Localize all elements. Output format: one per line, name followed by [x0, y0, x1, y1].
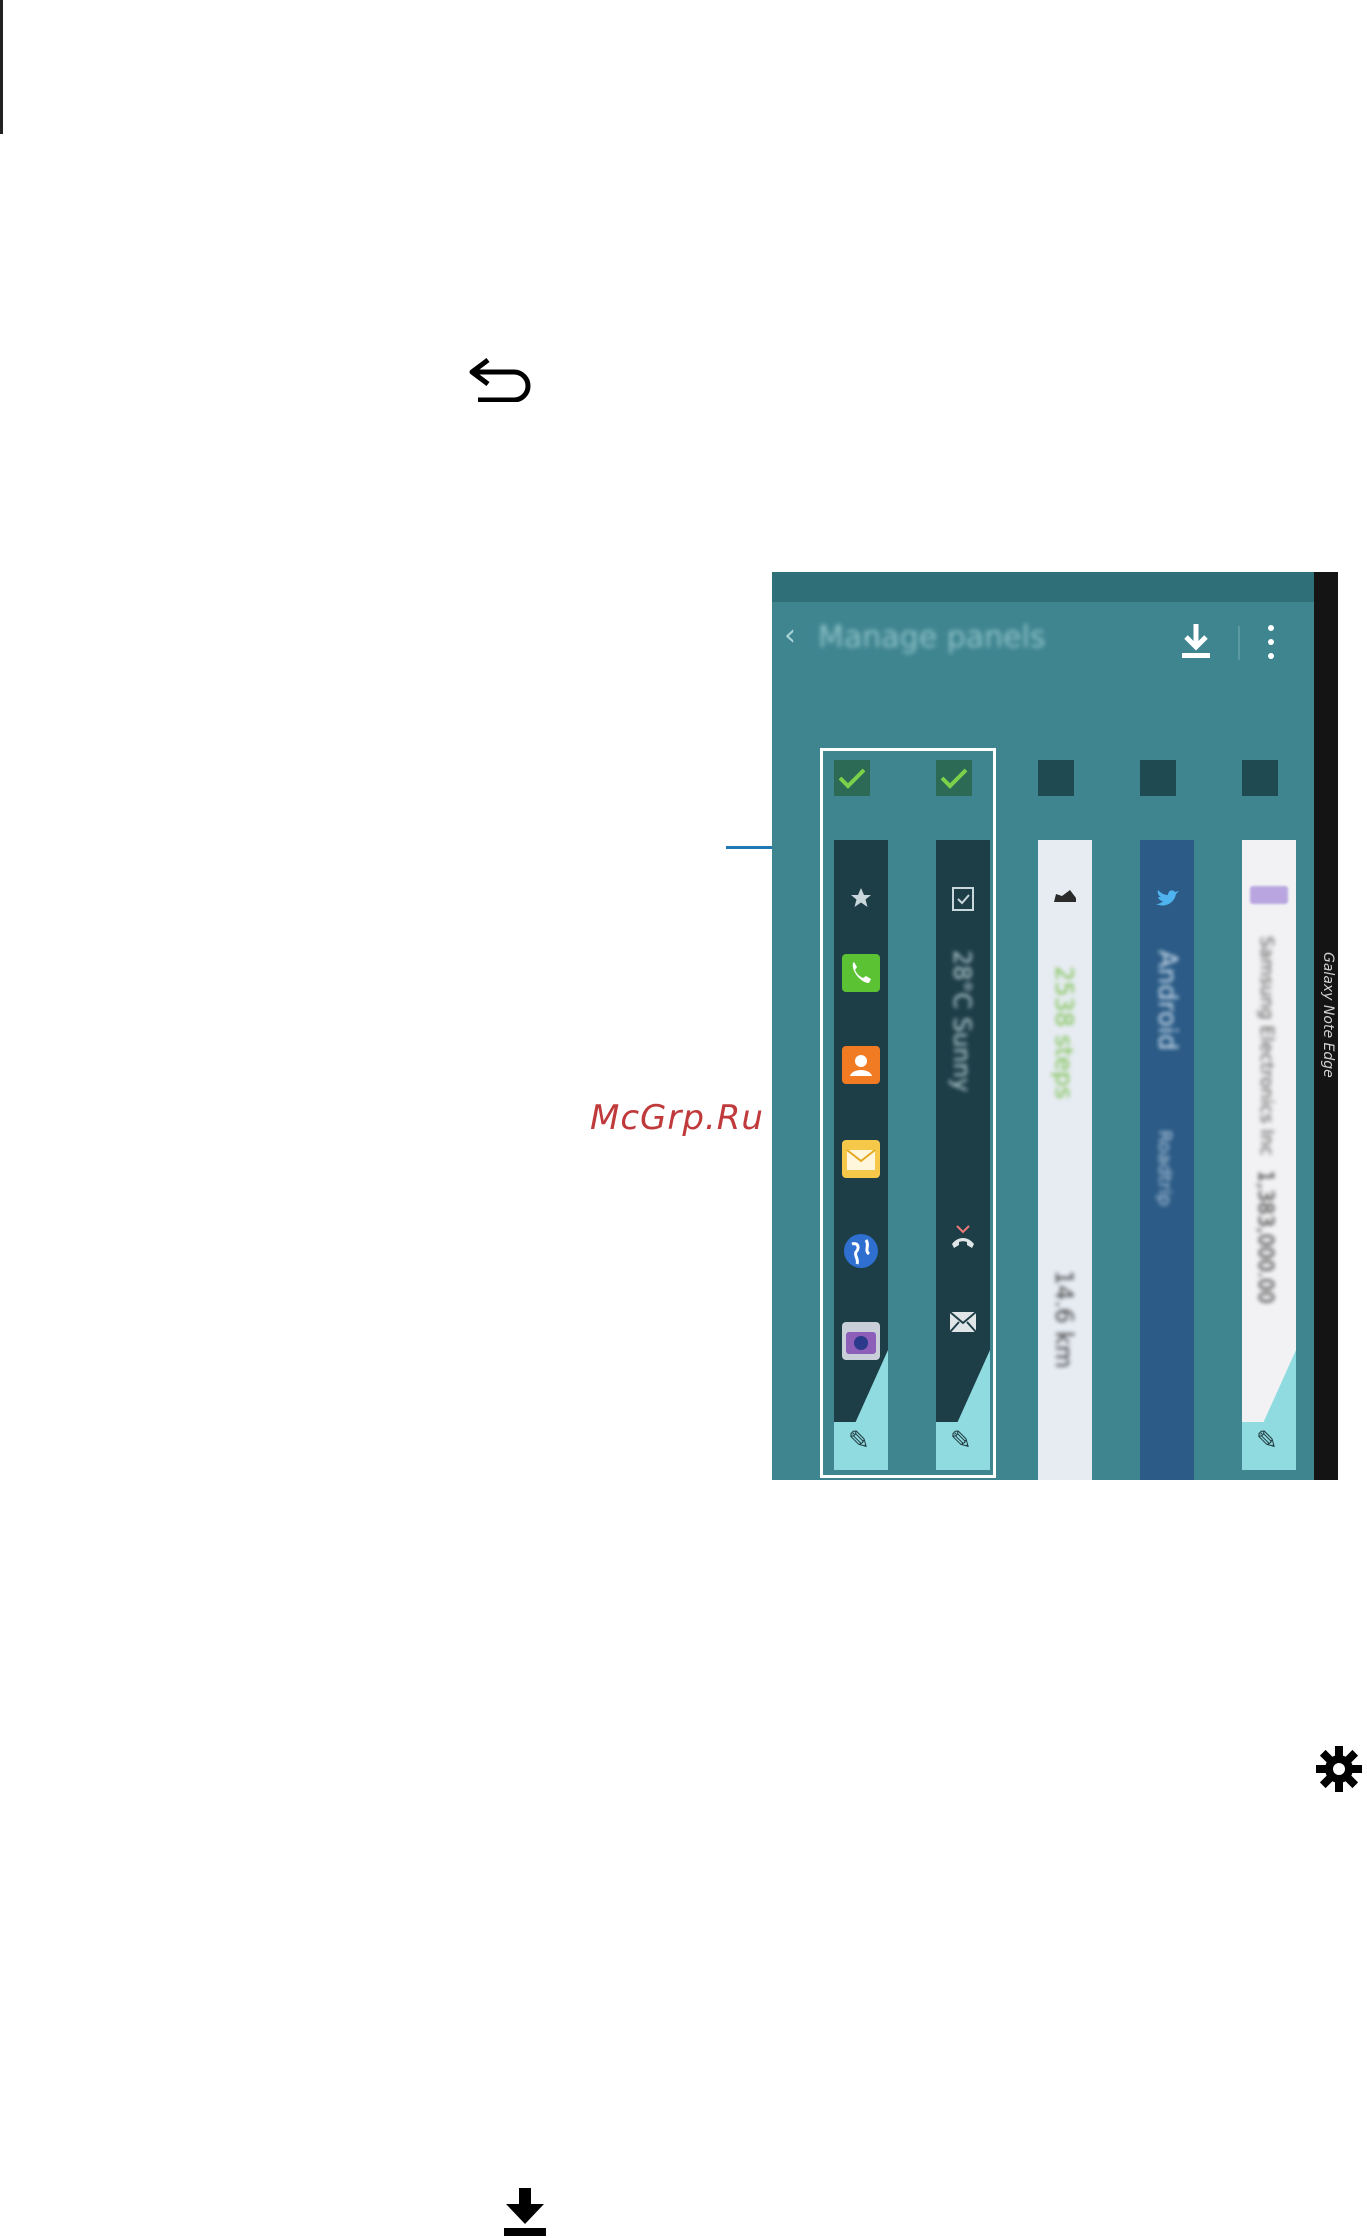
- undo-arrow-icon: [469, 358, 531, 402]
- twitter-bird-icon: [1156, 890, 1179, 906]
- twitter-text: Roadtrip: [1154, 1130, 1175, 1207]
- stock-company: Samsung Electronics Inc: [1256, 936, 1277, 1156]
- device-label: Galaxy Note Edge: [1320, 952, 1336, 1078]
- selected-panels-highlight: [820, 748, 996, 1478]
- steps-distance: 14.6 km: [1050, 1270, 1078, 1369]
- margin-rule: [0, 0, 3, 134]
- edit-pencil-icon[interactable]: ✎: [1256, 1426, 1278, 1456]
- shoe-icon: [1054, 890, 1076, 902]
- back-chevron-icon[interactable]: ‹: [784, 618, 796, 653]
- download-icon: [504, 2188, 546, 2236]
- panel-checkbox-3[interactable]: [1038, 760, 1074, 796]
- stock-price: 1,383,000.00: [1254, 1170, 1278, 1304]
- appbar-divider: [1238, 626, 1240, 660]
- stock-badge: [1250, 886, 1288, 904]
- panel-checkbox-5[interactable]: [1242, 760, 1278, 796]
- gear-icon: [1316, 1746, 1362, 1792]
- overflow-menu-icon[interactable]: [1266, 624, 1276, 660]
- status-bar: [772, 572, 1314, 602]
- panel-stocks[interactable]: Samsung Electronics Inc 1,383,000.00 ✎: [1242, 840, 1296, 1470]
- panel-twitter[interactable]: Android Roadtrip: [1140, 840, 1194, 1480]
- panel-checkbox-4[interactable]: [1140, 760, 1176, 796]
- steps-count: 2538 steps: [1050, 966, 1078, 1100]
- appbar-download-icon[interactable]: [1178, 622, 1214, 660]
- site-watermark: McGrp.Ru: [590, 1098, 764, 1138]
- appbar-title: Manage panels: [818, 620, 1046, 655]
- twitter-title: Android: [1152, 950, 1182, 1051]
- panel-steps[interactable]: 2538 steps 14.6 km: [1038, 840, 1092, 1480]
